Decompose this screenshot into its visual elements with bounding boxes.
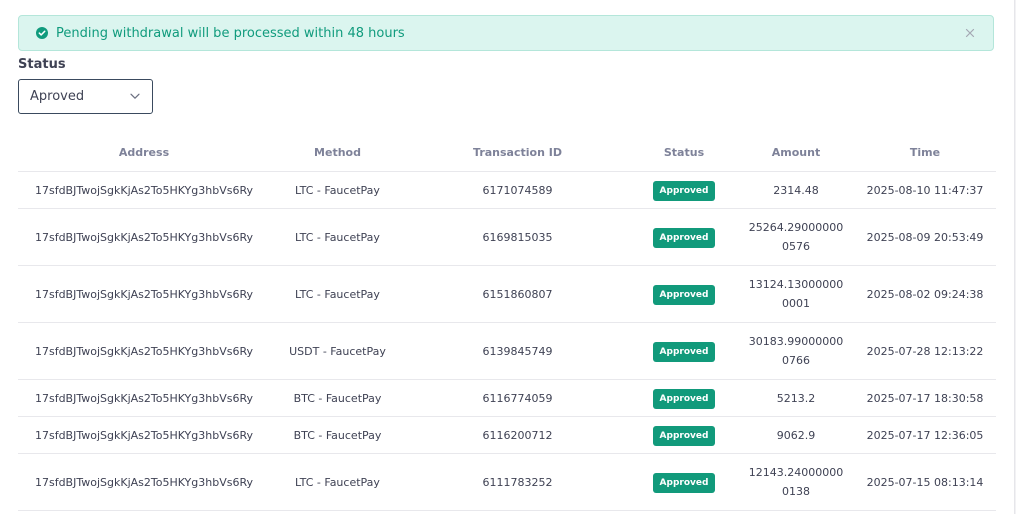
status-badge: Approved	[652, 227, 716, 248]
header-method: Method	[314, 146, 361, 159]
status-badge: Approved	[652, 388, 716, 409]
header-time: Time	[909, 146, 941, 159]
cell-status: Approved	[630, 341, 738, 362]
cell-status: Approved	[630, 180, 738, 201]
success-alert: Pending withdrawal will be processed wit…	[18, 15, 994, 51]
status-filter-label: Status	[18, 57, 66, 72]
status-badge: Approved	[652, 284, 716, 305]
cell-method: LTC - FaucetPay	[295, 475, 380, 489]
header-amount: Amount	[771, 146, 821, 159]
table-row: 17sfdBJTwojSgkKjAs2To5HKYg3hbVs6Ry BTC -…	[18, 380, 996, 417]
cell-method: BTC - FaucetPay	[293, 428, 382, 442]
cell-amount: 13124.130000000001	[738, 275, 854, 313]
cell-time: 2025-07-15 08:13:14	[866, 475, 984, 489]
check-circle-icon	[36, 27, 48, 39]
cell-status: Approved	[630, 388, 738, 409]
amount-value: 25264.290000000576	[748, 221, 844, 253]
status-badge: Approved	[652, 425, 716, 446]
cell-status: Approved	[630, 284, 738, 305]
table-header: Address Method Transaction ID Status Amo…	[18, 134, 996, 172]
cell-time: 2025-07-28 12:13:22	[866, 344, 984, 358]
cell-time: 2025-07-17 12:36:05	[866, 428, 984, 442]
cell-amount: 9062.9	[738, 426, 854, 445]
cell-amount: 25264.290000000576	[738, 218, 854, 256]
cell-status: Approved	[630, 425, 738, 446]
cell-method: LTC - FaucetPay	[295, 230, 380, 244]
cell-time: 2025-08-09 20:53:49	[866, 230, 984, 244]
cell-address: 17sfdBJTwojSgkKjAs2To5HKYg3hbVs6Ry	[34, 230, 254, 244]
cell-transaction-id: 6139845749	[482, 344, 553, 358]
withdrawals-card: Pending withdrawal will be processed wit…	[0, 0, 1015, 514]
table-row: 17sfdBJTwojSgkKjAs2To5HKYg3hbVs6Ry LTC -…	[18, 209, 996, 266]
status-filter-select[interactable]: Aproved	[18, 79, 153, 114]
cell-address: 17sfdBJTwojSgkKjAs2To5HKYg3hbVs6Ry	[34, 287, 254, 301]
status-badge: Approved	[652, 341, 716, 362]
cell-address: 17sfdBJTwojSgkKjAs2To5HKYg3hbVs6Ry	[34, 428, 254, 442]
table-row: 17sfdBJTwojSgkKjAs2To5HKYg3hbVs6Ry LTC -…	[18, 454, 996, 511]
status-badge: Approved	[652, 180, 716, 201]
cell-amount: 2314.48	[738, 181, 854, 200]
cell-address: 17sfdBJTwojSgkKjAs2To5HKYg3hbVs6Ry	[34, 344, 254, 358]
cell-transaction-id: 6171074589	[482, 183, 553, 197]
amount-value: 9062.9	[776, 428, 816, 442]
table-row: 17sfdBJTwojSgkKjAs2To5HKYg3hbVs6Ry USDT …	[18, 323, 996, 380]
amount-value: 30183.990000000766	[748, 335, 844, 367]
table-row: 17sfdBJTwojSgkKjAs2To5HKYg3hbVs6Ry LTC -…	[18, 266, 996, 323]
cell-transaction-id: 6111783252	[482, 475, 553, 489]
status-badge: Approved	[652, 472, 716, 493]
cell-time: 2025-07-17 18:30:58	[866, 391, 984, 405]
cell-method: LTC - FaucetPay	[295, 183, 380, 197]
cell-status: Approved	[630, 227, 738, 248]
cell-transaction-id: 6151860807	[482, 287, 553, 301]
amount-value: 12143.240000000138	[748, 466, 844, 498]
header-status: Status	[663, 146, 705, 159]
cell-address: 17sfdBJTwojSgkKjAs2To5HKYg3hbVs6Ry	[34, 475, 254, 489]
chevron-down-icon	[130, 93, 140, 100]
cell-method: LTC - FaucetPay	[295, 287, 380, 301]
header-transaction-id: Transaction ID	[473, 146, 562, 159]
header-address: Address	[118, 146, 170, 159]
cell-amount: 12143.240000000138	[738, 463, 854, 501]
table-row: 17sfdBJTwojSgkKjAs2To5HKYg3hbVs6Ry LTC -…	[18, 172, 996, 209]
cell-transaction-id: 6116774059	[482, 391, 553, 405]
cell-amount: 30183.990000000766	[738, 332, 854, 370]
cell-address: 17sfdBJTwojSgkKjAs2To5HKYg3hbVs6Ry	[34, 183, 254, 197]
table-row: 17sfdBJTwojSgkKjAs2To5HKYg3hbVs6Ry BTC -…	[18, 417, 996, 454]
cell-transaction-id: 6116200712	[482, 428, 553, 442]
cell-time: 2025-08-10 11:47:37	[866, 183, 984, 197]
amount-value: 2314.48	[773, 183, 819, 197]
cell-address: 17sfdBJTwojSgkKjAs2To5HKYg3hbVs6Ry	[34, 391, 254, 405]
alert-message: Pending withdrawal will be processed wit…	[56, 25, 405, 41]
amount-value: 5213.2	[776, 391, 816, 405]
status-filter-value: Aproved	[30, 89, 85, 104]
cell-method: BTC - FaucetPay	[293, 391, 382, 405]
cell-status: Approved	[630, 472, 738, 493]
cell-time: 2025-08-02 09:24:38	[866, 287, 984, 301]
cell-amount: 5213.2	[738, 389, 854, 408]
close-icon[interactable]	[964, 27, 976, 39]
cell-method: USDT - FaucetPay	[289, 344, 386, 358]
cell-transaction-id: 6169815035	[482, 230, 553, 244]
amount-value: 13124.130000000001	[748, 278, 844, 310]
withdrawals-table: Address Method Transaction ID Status Amo…	[18, 134, 996, 511]
